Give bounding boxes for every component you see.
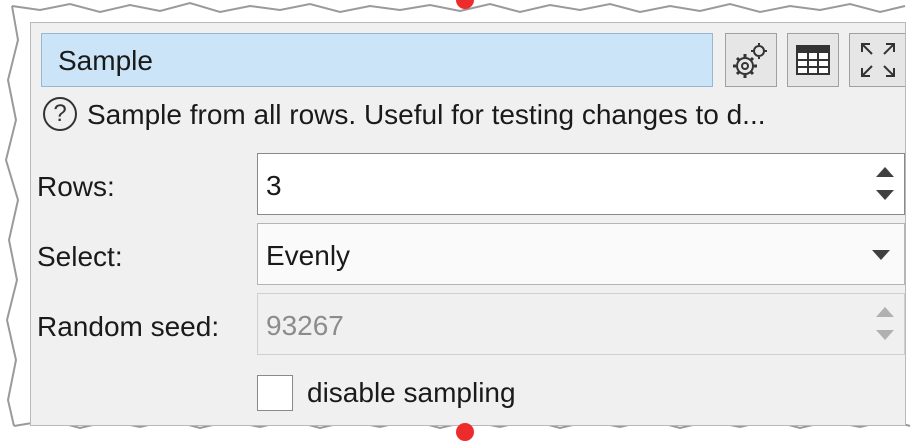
spin-down-icon[interactable]: [876, 190, 894, 200]
help-icon[interactable]: ?: [43, 97, 77, 131]
chevron-down-icon[interactable]: [872, 250, 890, 260]
rows-spinner[interactable]: [868, 154, 904, 214]
random-seed-label: Random seed:: [37, 311, 220, 342]
spin-down-icon: [876, 330, 894, 340]
maximize-button[interactable]: [849, 33, 905, 87]
node-title-bar[interactable]: Sample: [41, 33, 713, 87]
rows-value[interactable]: 3: [266, 170, 282, 202]
maximize-icon: [860, 43, 895, 77]
sample-node-panel: Sample ? Sample from all rows. Useful fo…: [30, 22, 906, 426]
bottom-connector-dot[interactable]: [456, 423, 474, 441]
select-label: Select:: [37, 241, 123, 272]
disable-sampling-label[interactable]: disable sampling: [307, 377, 516, 409]
gear-icon: [733, 43, 767, 78]
select-value: Evenly: [266, 240, 351, 271]
random-seed-value: 93267: [266, 310, 344, 341]
rows-spinbox[interactable]: 3: [257, 153, 905, 215]
help-text: Sample from all rows. Useful for testing…: [87, 99, 766, 130]
disable-sampling-checkbox[interactable]: [257, 375, 293, 411]
random-seed-spinner: [868, 294, 904, 354]
rows-label: Rows:: [37, 171, 115, 202]
spin-up-icon[interactable]: [876, 167, 894, 177]
spin-up-icon: [876, 307, 894, 317]
table-view-button[interactable]: [787, 33, 839, 87]
node-title: Sample: [58, 45, 153, 76]
settings-button[interactable]: [725, 33, 777, 87]
select-dropdown[interactable]: Evenly: [257, 223, 905, 285]
random-seed-spinbox: 93267: [257, 293, 905, 355]
table-icon: [796, 45, 830, 75]
